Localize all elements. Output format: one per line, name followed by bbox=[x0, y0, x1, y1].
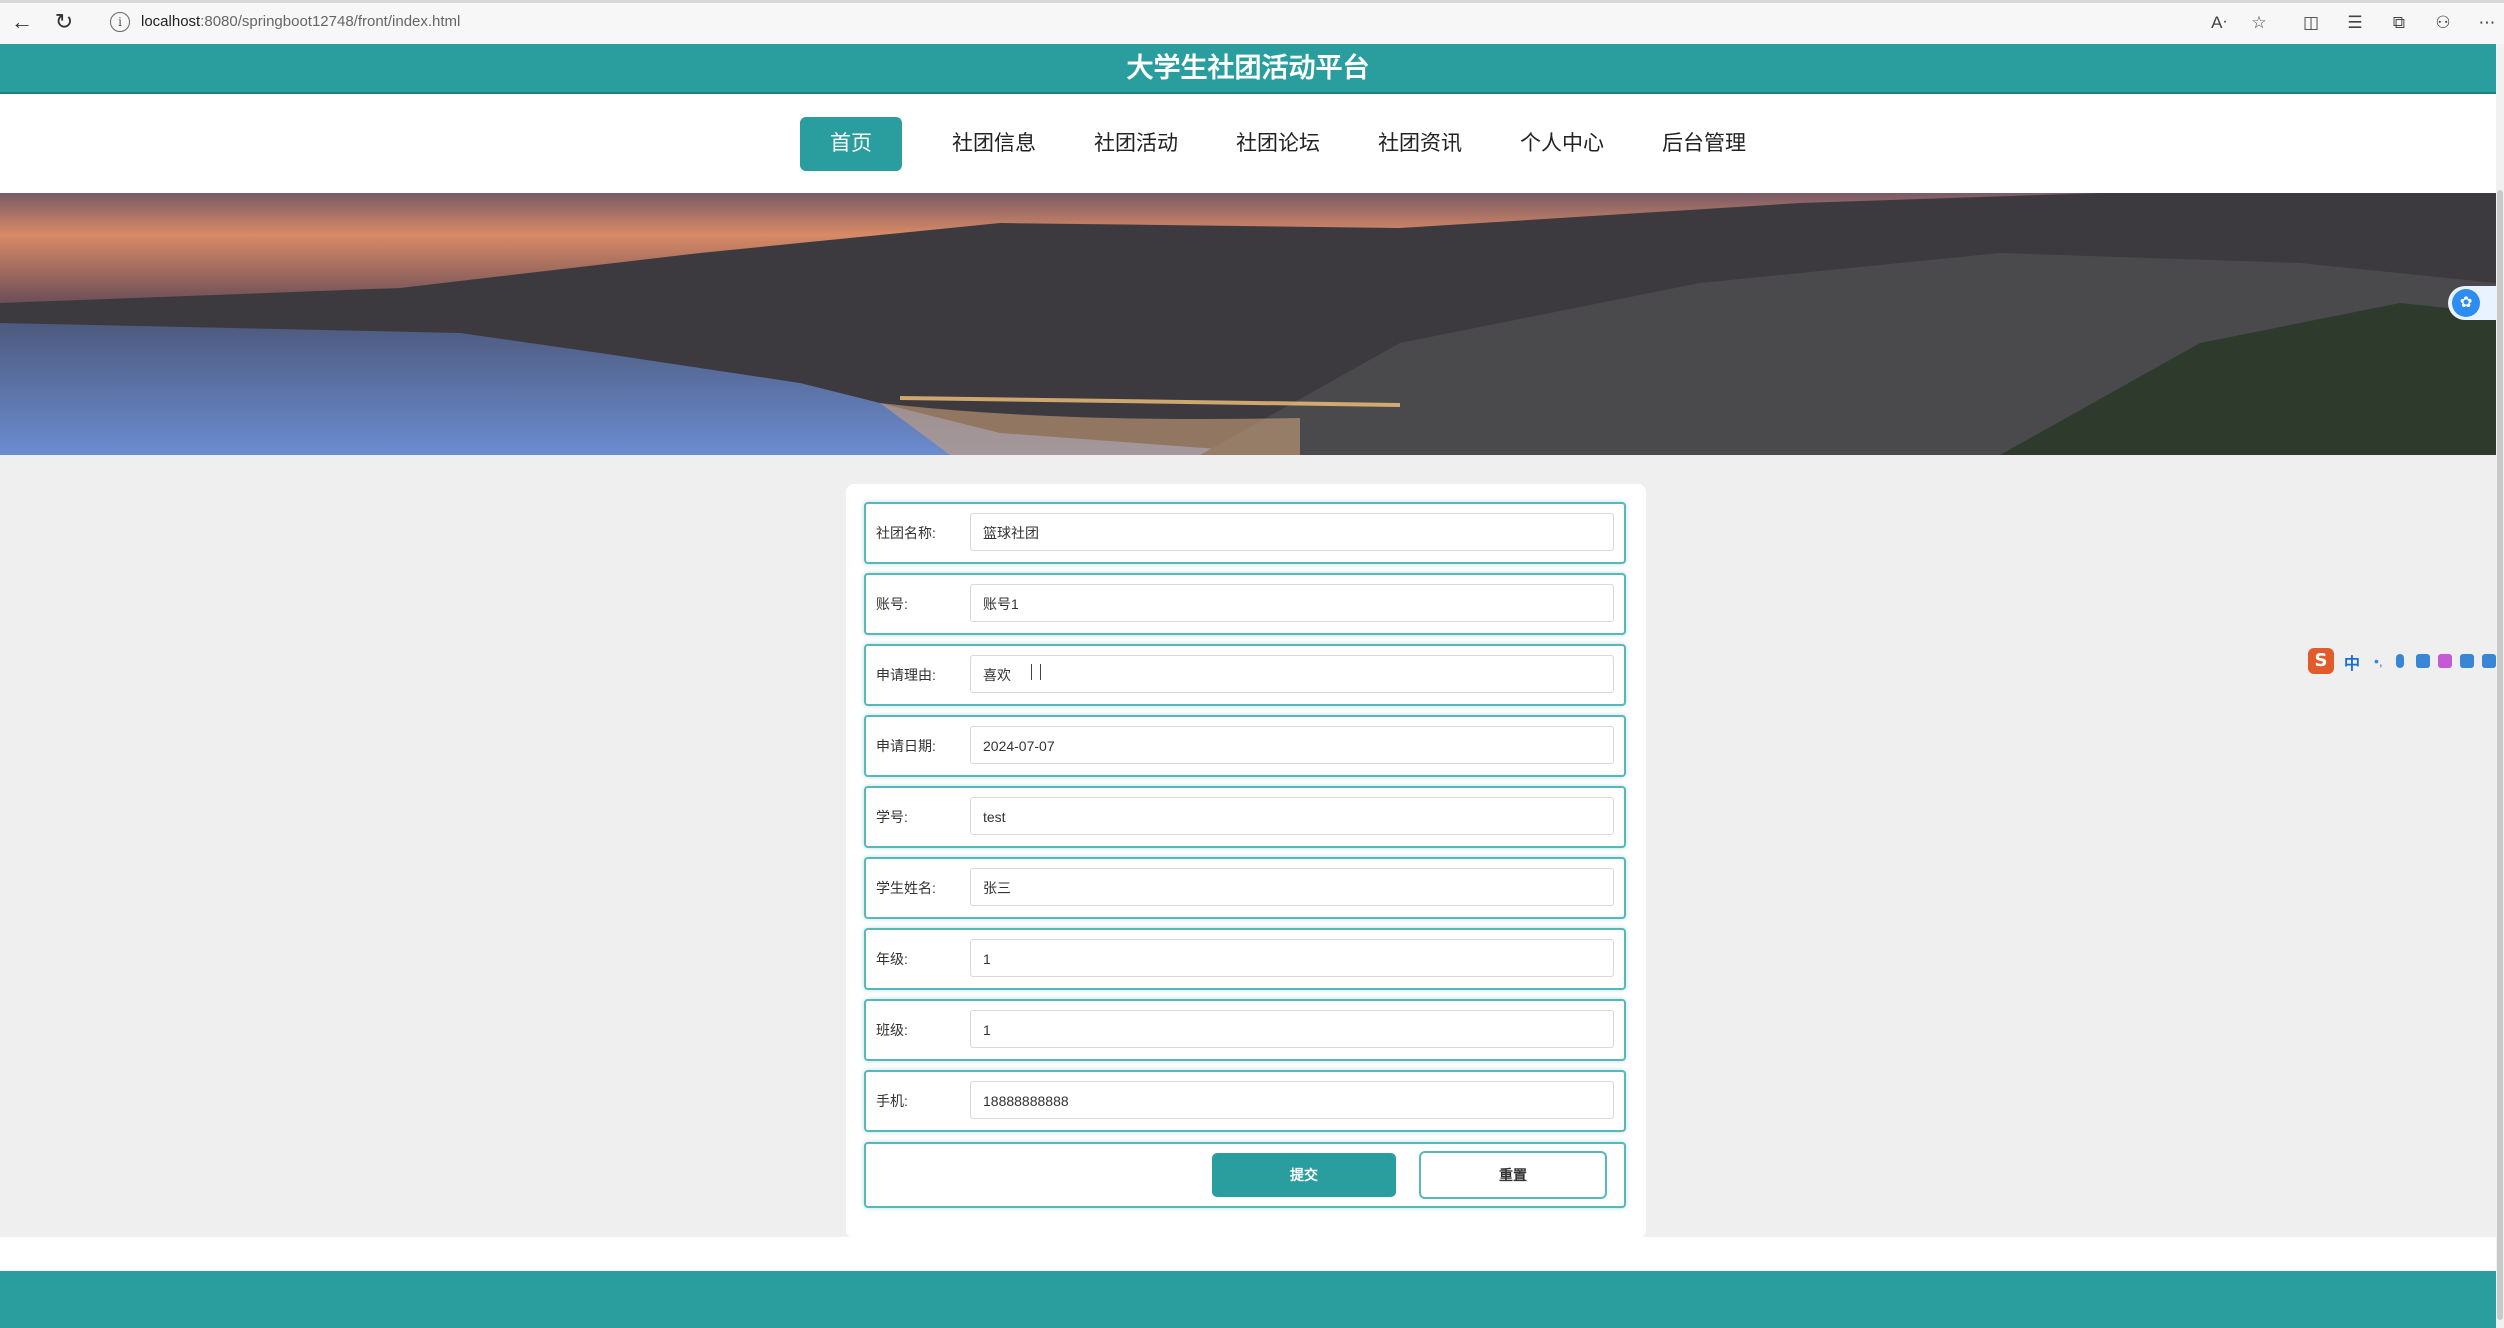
submit-button[interactable]: 提交 bbox=[1212, 1153, 1396, 1197]
info-icon[interactable]: i bbox=[110, 12, 130, 32]
sogou-logo-icon[interactable]: S bbox=[2308, 648, 2334, 674]
form-row-student-name: 学生姓名: 张三 bbox=[864, 857, 1626, 919]
student-name-label: 学生姓名: bbox=[876, 880, 936, 896]
nav-menu: 首页 社团信息 社团活动 社团论坛 社团资讯 个人中心 后台管理 bbox=[800, 116, 1776, 172]
student-id-label: 学号: bbox=[876, 809, 908, 825]
form-row-apply-date: 申请日期: 2024-07-07 bbox=[864, 715, 1626, 777]
reason-input[interactable]: 喜欢 bbox=[970, 655, 1614, 693]
more-menu-icon[interactable]: ⋯ bbox=[2476, 12, 2498, 34]
skin-icon[interactable] bbox=[2438, 654, 2452, 668]
account-input[interactable]: 账号1 bbox=[970, 584, 1614, 622]
collections-icon[interactable]: ⧉ bbox=[2388, 12, 2410, 34]
student-name-input[interactable]: 张三 bbox=[970, 868, 1614, 906]
page-bottom-spacer bbox=[0, 1237, 2496, 1271]
address-bar[interactable]: i localhost:8080/springboot12748/front/i… bbox=[96, 6, 2276, 38]
scrollbar-thumb[interactable] bbox=[2497, 190, 2503, 1320]
form-actions: 提交 重置 bbox=[864, 1142, 1626, 1208]
class-label: 班级: bbox=[876, 1022, 908, 1038]
phone-input[interactable]: 18888888888 bbox=[970, 1081, 1614, 1119]
form-row-club-name: 社团名称: 篮球社团 bbox=[864, 502, 1626, 564]
favorites-list-icon[interactable]: ☰ bbox=[2344, 12, 2366, 34]
punctuation-icon[interactable]: •, bbox=[2374, 654, 2388, 668]
nav-item-club-info[interactable]: 社团信息 bbox=[924, 117, 1064, 171]
cloud-share-icon[interactable]: ✿ bbox=[2452, 289, 2480, 317]
class-input[interactable]: 1 bbox=[970, 1010, 1614, 1048]
form-row-account: 账号: 账号1 bbox=[864, 573, 1626, 635]
top-navigation: 首页 社团信息 社团活动 社团论坛 社团资讯 个人中心 后台管理 bbox=[0, 94, 2496, 194]
form-row-reason: 申请理由: 喜欢 bbox=[864, 644, 1626, 706]
reset-button[interactable]: 重置 bbox=[1419, 1151, 1607, 1199]
form-row-student-id: 学号: test bbox=[864, 786, 1626, 848]
account-label: 账号: bbox=[876, 596, 908, 612]
nav-item-club-forum[interactable]: 社团论坛 bbox=[1208, 117, 1348, 171]
nav-item-home[interactable]: 首页 bbox=[800, 117, 902, 171]
loading-bar bbox=[0, 0, 2504, 3]
form-row-grade: 年级: 1 bbox=[864, 928, 1626, 990]
application-form: 社团名称: 篮球社团 账号: 账号1 申请理由: 喜欢 申请日期: 2024-0… bbox=[846, 484, 1646, 1238]
nav-item-personal-center[interactable]: 个人中心 bbox=[1492, 117, 1632, 171]
grade-input[interactable]: 1 bbox=[970, 939, 1614, 977]
nav-item-club-news[interactable]: 社团资讯 bbox=[1350, 117, 1490, 171]
apply-date-input[interactable]: 2024-07-07 bbox=[970, 726, 1614, 764]
phone-label: 手机: bbox=[876, 1093, 908, 1109]
split-screen-icon[interactable]: ◫ bbox=[2300, 12, 2322, 34]
nav-item-club-activities[interactable]: 社团活动 bbox=[1066, 117, 1206, 171]
club-name-label: 社团名称: bbox=[876, 525, 936, 541]
text-cursor-icon bbox=[1031, 664, 1041, 680]
apply-date-label: 申请日期: bbox=[876, 738, 936, 754]
site-title: 大学生社团活动平台 bbox=[0, 44, 2496, 94]
game-icon[interactable] bbox=[2460, 654, 2474, 668]
ime-language-toggle[interactable]: 中 bbox=[2344, 650, 2360, 674]
keyboard-icon[interactable] bbox=[2416, 654, 2430, 668]
form-row-class: 班级: 1 bbox=[864, 999, 1626, 1061]
grade-label: 年级: bbox=[876, 951, 908, 967]
favorite-star-icon[interactable]: ☆ bbox=[2248, 12, 2270, 34]
form-row-phone: 手机: 18888888888 bbox=[864, 1070, 1626, 1132]
site-footer bbox=[0, 1271, 2496, 1328]
read-aloud-icon[interactable]: Aᐧ bbox=[2208, 12, 2230, 34]
banner-image bbox=[0, 193, 2496, 455]
ime-toolbar[interactable]: S 中 •, bbox=[2308, 646, 2496, 676]
toolbox-icon[interactable] bbox=[2482, 654, 2496, 668]
microphone-icon[interactable] bbox=[2396, 654, 2404, 668]
student-id-input[interactable]: test bbox=[970, 797, 1614, 835]
browser-toolbar: ← ↻ i localhost:8080/springboot12748/fro… bbox=[0, 0, 2504, 45]
reason-label: 申请理由: bbox=[876, 667, 936, 683]
reload-icon[interactable]: ↻ bbox=[52, 10, 76, 34]
url-text[interactable]: localhost:8080/springboot12748/front/ind… bbox=[141, 13, 460, 30]
club-name-input[interactable]: 篮球社团 bbox=[970, 513, 1614, 551]
back-icon[interactable]: ← bbox=[10, 10, 34, 34]
extensions-icon[interactable]: ⚇ bbox=[2432, 12, 2454, 34]
nav-item-admin[interactable]: 后台管理 bbox=[1634, 117, 1774, 171]
banner-illustration bbox=[0, 193, 2496, 455]
